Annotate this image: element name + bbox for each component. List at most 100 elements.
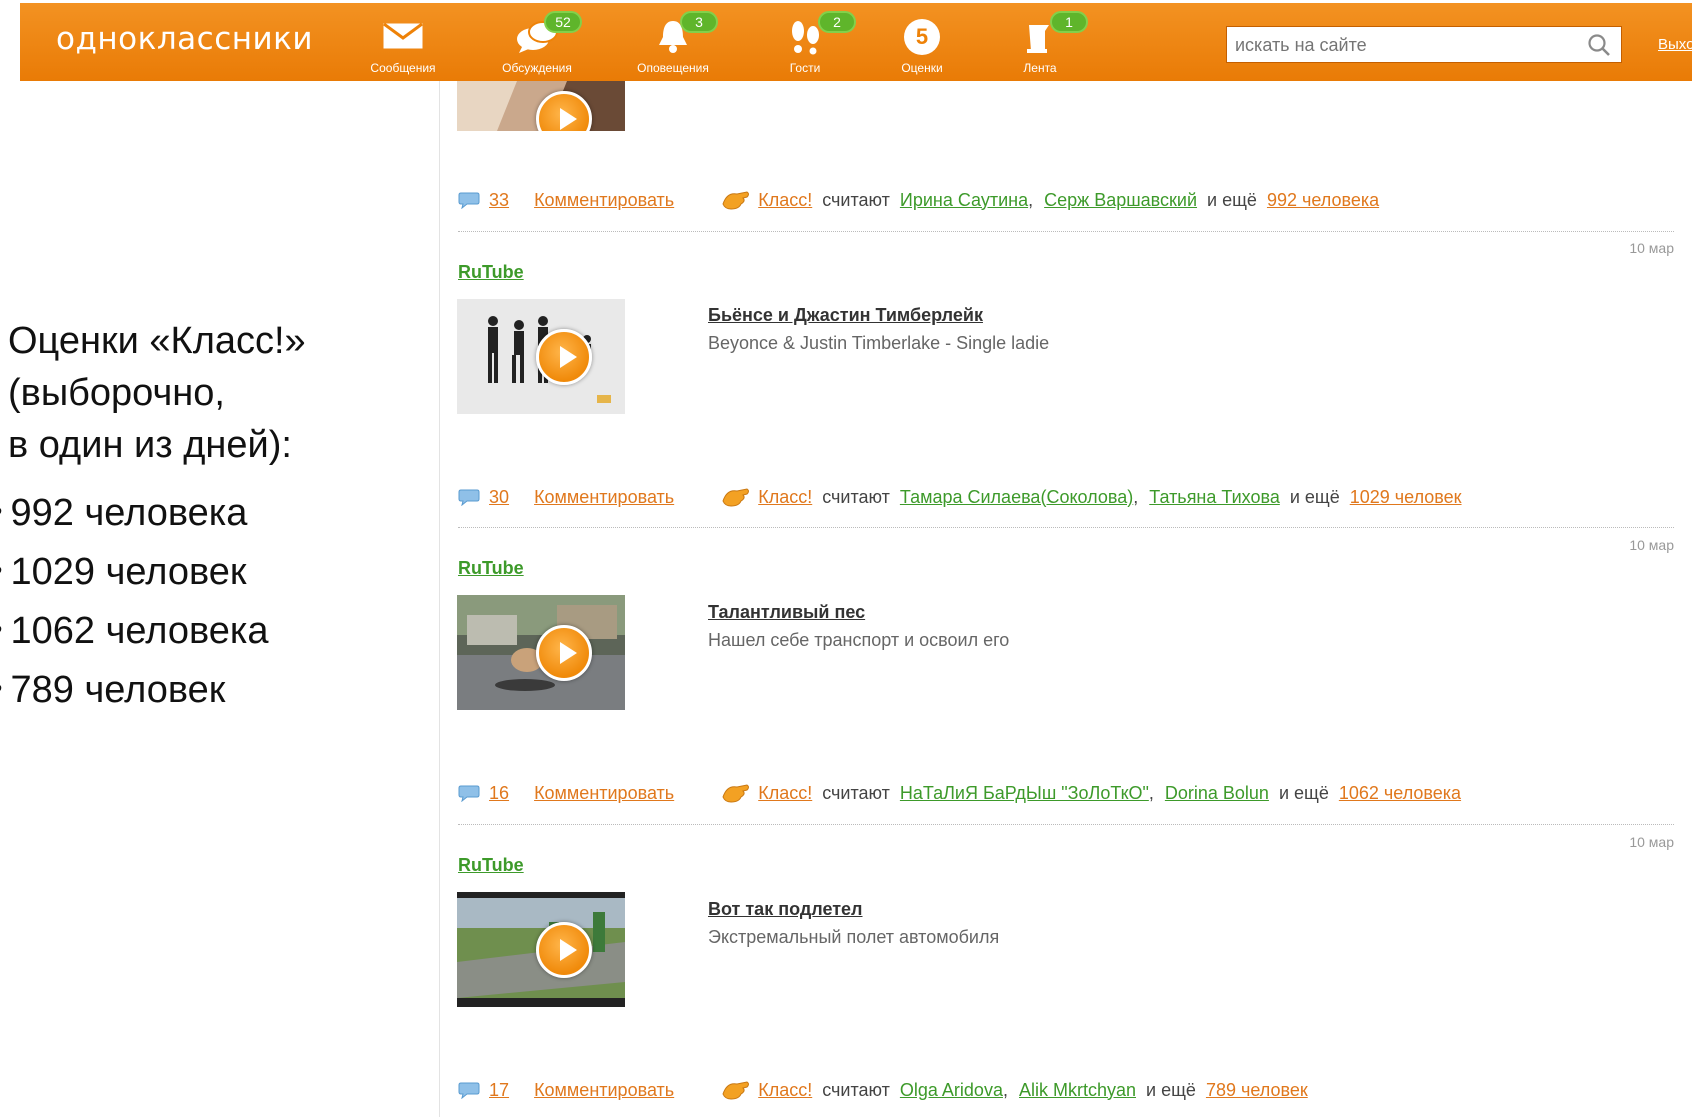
- nav-ratings[interactable]: 5 Оценки: [882, 3, 962, 81]
- stat-item: 1029 человек: [0, 542, 269, 601]
- comment-icon: [458, 489, 480, 506]
- more-likers-link[interactable]: 1029 человек: [1350, 487, 1462, 508]
- nav-messages[interactable]: Сообщения: [353, 3, 453, 81]
- more-likers-link[interactable]: 992 человека: [1267, 190, 1379, 211]
- comment-icon: [458, 1082, 480, 1099]
- post-divider: [458, 231, 1674, 232]
- stat-item: 1062 человека: [0, 601, 269, 660]
- video-thumbnail[interactable]: [457, 892, 625, 1007]
- rating-five-icon: 5: [904, 19, 940, 55]
- stat-item: 789 человек: [0, 660, 269, 719]
- video-description: Beyonce & Justin Timberlake - Single lad…: [708, 333, 1050, 353]
- and-more-text: и ещё: [1207, 189, 1257, 210]
- video-thumbnail[interactable]: [457, 299, 625, 414]
- comment-count-link[interactable]: 33: [489, 190, 509, 211]
- liker-link[interactable]: Серж Варшавский: [1044, 190, 1197, 211]
- post-divider: [458, 527, 1674, 528]
- post-actions: 17 Комментировать Класс! считают Olga Ar…: [458, 1078, 1308, 1104]
- post-date: 10 мар: [1629, 240, 1674, 256]
- nav-notifications[interactable]: 3 Оповещения: [618, 3, 728, 81]
- liker-link[interactable]: Тамара Силаева(Соколова): [900, 487, 1133, 508]
- liker-link[interactable]: Ирина Саутина: [900, 190, 1028, 211]
- and-more-text: и ещё: [1289, 486, 1340, 507]
- envelope-icon: [383, 23, 423, 49]
- feed-badge: 1: [1050, 11, 1088, 33]
- considers-text: считают: [822, 189, 890, 210]
- klass-hand-icon: [722, 488, 750, 507]
- liker-link[interactable]: Olga Aridova: [900, 1080, 1003, 1101]
- nav-ratings-label: Оценки: [901, 61, 943, 75]
- post-date: 10 мар: [1629, 537, 1674, 553]
- more-likers-link[interactable]: 1062 человека: [1339, 783, 1461, 804]
- play-button[interactable]: [536, 921, 592, 978]
- caption-line: (выборочно,: [8, 372, 225, 414]
- post-date: 10 мар: [1629, 834, 1674, 850]
- search-box: [1226, 26, 1622, 63]
- klass-link[interactable]: Класс!: [758, 487, 812, 508]
- play-button[interactable]: [536, 328, 592, 385]
- klass-stats-list: 992 человека 1029 человек 1062 человека …: [0, 483, 269, 719]
- comment-link[interactable]: Комментировать: [534, 487, 674, 508]
- top-navigation-bar: одноклассники Сообщения 52 Обсуждения 3 …: [20, 3, 1692, 81]
- source-link[interactable]: RuTube: [458, 262, 524, 283]
- nav-guests-label: Гости: [789, 61, 821, 75]
- comment-link[interactable]: Комментировать: [534, 1080, 674, 1101]
- liker-link[interactable]: Dorina Bolun: [1165, 783, 1269, 804]
- post-divider: [458, 824, 1674, 825]
- nav-notifications-label: Оповещения: [637, 61, 709, 75]
- liker-link[interactable]: Татьяна Тихова: [1149, 487, 1280, 508]
- nav-messages-label: Сообщения: [370, 61, 436, 75]
- klass-hand-icon: [722, 784, 750, 803]
- more-likers-link[interactable]: 789 человек: [1206, 1080, 1308, 1101]
- post-actions: 16 Комментировать Класс! считают НаТаЛиЯ…: [458, 781, 1461, 807]
- and-more-text: и ещё: [1146, 1079, 1196, 1100]
- comment-count-link[interactable]: 30: [489, 487, 509, 508]
- video-title-link[interactable]: Вот так подлетел: [708, 899, 863, 920]
- comment-icon: [458, 785, 480, 802]
- site-logo[interactable]: одноклассники: [56, 21, 313, 57]
- feed-column: [439, 81, 1692, 1117]
- klass-link[interactable]: Класс!: [758, 1080, 812, 1101]
- play-button[interactable]: [536, 624, 592, 681]
- post-actions: 30 Комментировать Класс! считают Тамара …: [458, 485, 1462, 511]
- and-more-text: и ещё: [1278, 782, 1329, 803]
- video-title-link[interactable]: Бьёнсе и Джастин Тимберлейк: [708, 305, 983, 326]
- source-link[interactable]: RuTube: [458, 855, 524, 876]
- video-thumbnail[interactable]: [457, 81, 625, 131]
- video-description: Нашел себе транспорт и освоил его: [708, 630, 1010, 650]
- nav-feed[interactable]: 1 Лента: [1000, 3, 1088, 81]
- nav-guests[interactable]: 2 Гости: [760, 3, 856, 81]
- considers-text: считают: [822, 1079, 890, 1100]
- caption-line: в один из дней):: [8, 424, 292, 466]
- video-description: Экстремальный полет автомобиля: [708, 927, 1000, 947]
- comment-icon: [458, 192, 480, 209]
- source-link[interactable]: RuTube: [458, 558, 524, 579]
- nav-feed-label: Лента: [1023, 61, 1057, 75]
- nav-discussions[interactable]: 52 Обсуждения: [482, 3, 592, 81]
- search-icon[interactable]: [1587, 33, 1611, 57]
- video-thumbnail[interactable]: [457, 595, 625, 710]
- search-input[interactable]: [1235, 32, 1575, 58]
- video-title-link[interactable]: Талантливый пес: [708, 602, 865, 623]
- klass-link[interactable]: Класс!: [758, 190, 812, 211]
- comment-link[interactable]: Комментировать: [534, 190, 674, 211]
- liker-link[interactable]: Alik Mkrtchyan: [1019, 1080, 1136, 1101]
- discussions-badge: 52: [544, 11, 582, 33]
- guests-badge: 2: [818, 11, 856, 33]
- klass-hand-icon: [722, 1081, 750, 1100]
- comment-count-link[interactable]: 17: [489, 1080, 509, 1101]
- nav-discussions-label: Обсуждения: [502, 61, 572, 75]
- comment-count-link[interactable]: 16: [489, 783, 509, 804]
- klass-link[interactable]: Класс!: [758, 783, 812, 804]
- klass-hand-icon: [722, 191, 750, 210]
- stat-item: 992 человека: [0, 483, 269, 542]
- considers-text: считают: [822, 486, 890, 507]
- comment-link[interactable]: Комментировать: [534, 783, 674, 804]
- slide-caption: Оценки «Класс!» (выборочно, в один из дн…: [8, 315, 428, 471]
- considers-text: считают: [822, 782, 890, 803]
- post-actions: 33 Комментировать Класс! считают Ирина С…: [458, 188, 1379, 214]
- caption-line: Оценки «Класс!»: [8, 320, 306, 362]
- notifications-badge: 3: [680, 11, 718, 33]
- liker-link[interactable]: НаТаЛиЯ БаРдЫш "ЗоЛоТкО": [900, 783, 1149, 804]
- logout-link[interactable]: Выход: [1658, 36, 1692, 53]
